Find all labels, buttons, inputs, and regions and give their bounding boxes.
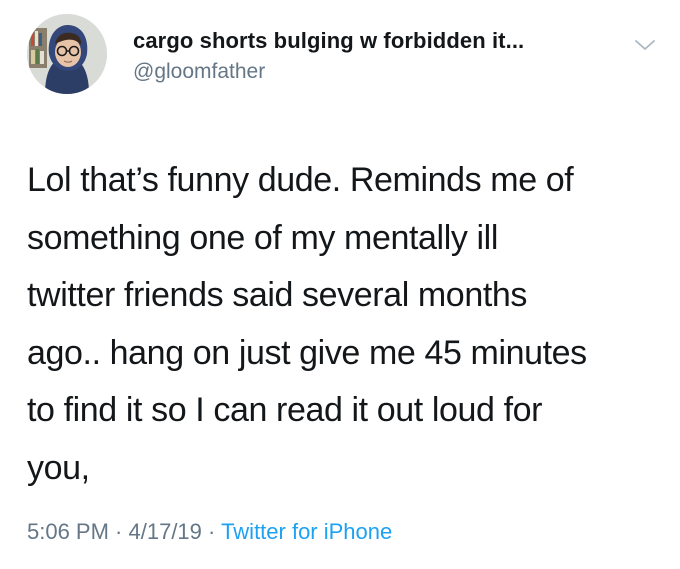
tweet-text-line: to find it so I can read it out loud for [27, 391, 543, 429]
meta-separator: · [201, 519, 222, 544]
meta-separator: · [108, 519, 129, 544]
tweet-text-line: ago.. hang on just give me 45 minutes [27, 333, 587, 372]
tweet-source-link[interactable]: Twitter for iPhone [221, 519, 392, 544]
tweet-text-line: something one of my mentally ill [27, 218, 498, 257]
tweet-text: Lol that’s funny dude. Reminds me of som… [27, 152, 662, 497]
avatar[interactable] [27, 14, 107, 94]
display-name[interactable]: cargo shorts bulging w forbidden it... [133, 28, 524, 54]
tweet: cargo shorts bulging w forbidden it... @… [0, 0, 680, 569]
tweet-time[interactable]: 5:06 PM [27, 519, 109, 544]
tweet-date[interactable]: 4/17/19 [129, 519, 202, 544]
tweet-text-line: you, [27, 448, 90, 487]
tweet-text-line: twitter friends said several months [27, 276, 527, 314]
chevron-down-icon[interactable] [634, 38, 656, 52]
user-handle[interactable]: @gloomfather [133, 60, 265, 84]
tweet-text-line: Lol that’s funny dude. Reminds me of [27, 161, 574, 199]
profile-photo-icon [27, 14, 107, 94]
tweet-meta: 5:06 PM · 4/17/19 · Twitter for iPhone [27, 519, 392, 545]
